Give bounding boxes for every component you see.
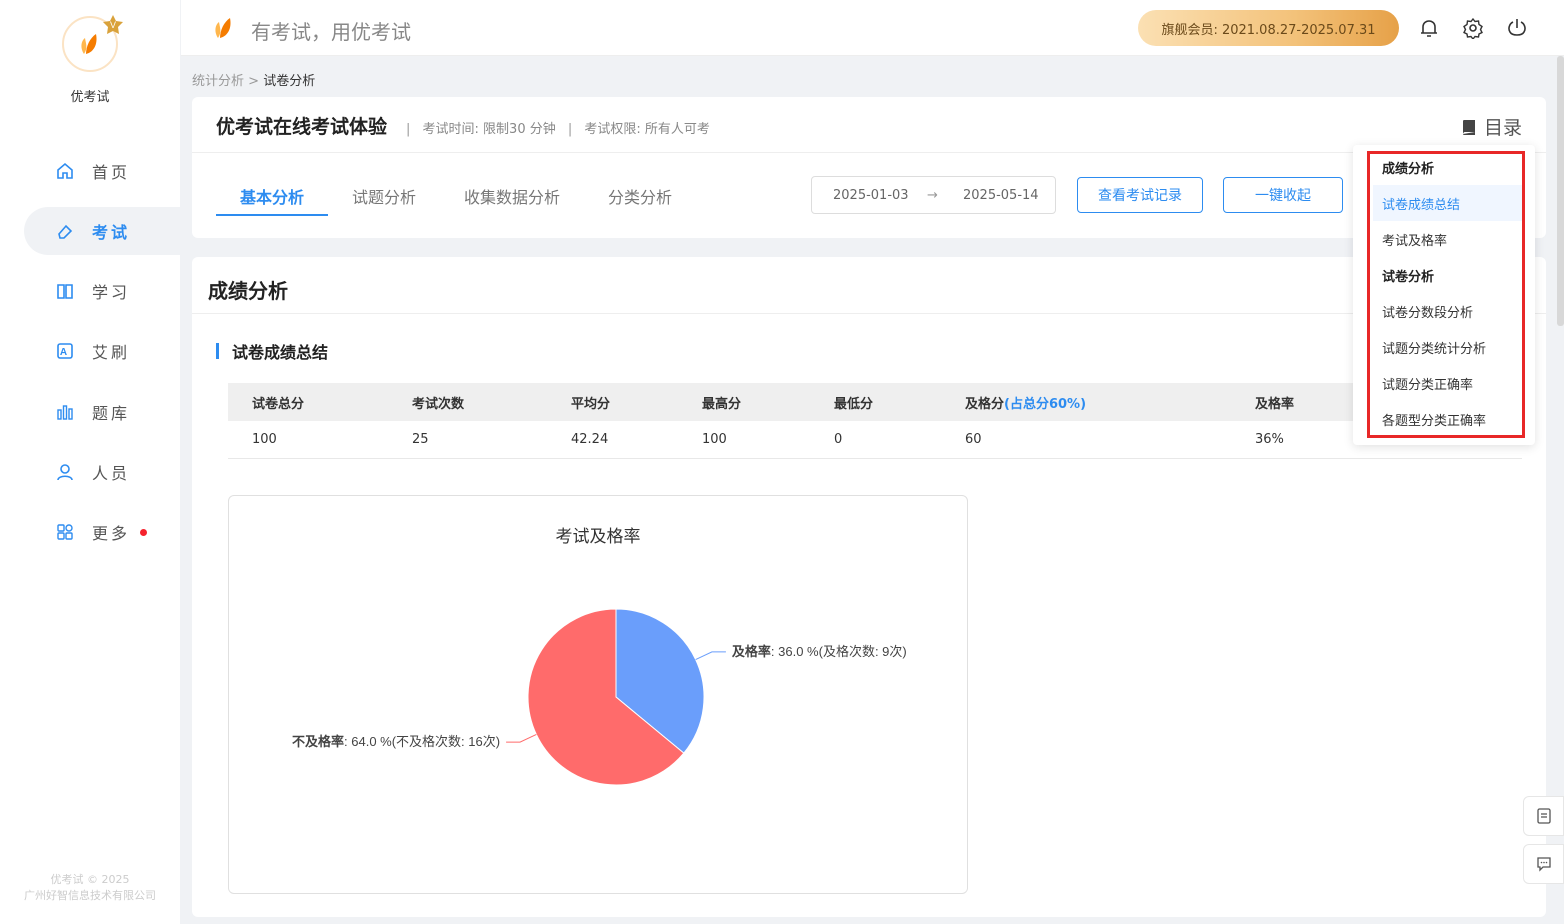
subsection-title: 试卷成绩总结 xyxy=(216,339,328,363)
table-header: 试卷总分 考试次数 平均分 最高分 最低分 及格分 (占总分60%) 及格率 xyxy=(228,383,1522,421)
sidebar-item-label: 学习 xyxy=(92,283,131,302)
sidebar-item-label: 考试 xyxy=(92,223,131,242)
sidebar-item-more[interactable]: 更多 xyxy=(24,508,180,556)
sidebar-item-home[interactable]: 首页 xyxy=(24,147,180,195)
title-accent-bar xyxy=(216,343,219,359)
power-icon[interactable] xyxy=(1506,17,1528,39)
notification-dot xyxy=(140,528,148,536)
date-end: 2025-05-14 xyxy=(963,187,1039,203)
leaf-logo-icon xyxy=(81,34,97,54)
tab-question-analysis[interactable]: 试题分析 xyxy=(352,184,416,208)
bell-icon[interactable] xyxy=(1418,17,1440,39)
cell-max: 100 xyxy=(702,432,727,447)
page-scrollbar[interactable] xyxy=(1557,56,1564,326)
svg-text:A: A xyxy=(60,347,70,358)
cell-average: 42.24 xyxy=(571,432,609,447)
sidebar-item-aishua[interactable]: A 艾刷 xyxy=(24,327,180,375)
breadcrumb-parent[interactable]: 统计分析 xyxy=(192,74,244,89)
tab-category-analysis[interactable]: 分类分析 xyxy=(608,184,672,208)
sidebar: V 优考试 首页 考试 学习 A 艾刷 题库 人员 更多 优考试 © 2025 … xyxy=(0,0,180,924)
home-icon xyxy=(57,162,73,179)
app-logo[interactable]: V xyxy=(62,15,123,72)
book-icon xyxy=(57,284,73,299)
cell-pass-score: 60 xyxy=(965,432,982,447)
cell-exam-count: 25 xyxy=(412,432,429,447)
grid-icon xyxy=(57,524,73,540)
tab-collected-data-analysis[interactable]: 收集数据分析 xyxy=(464,184,560,208)
bars-icon xyxy=(57,405,73,420)
sidebar-item-people[interactable]: 人员 xyxy=(24,448,180,496)
exam-time: 考试时间: 限制30 分钟 xyxy=(422,122,556,137)
pie-chart: 及格率: 36.0 %(及格次数: 9次) 不及格率: 64.0 %(不及格次数:… xyxy=(292,608,907,786)
header-max: 最高分 xyxy=(702,396,742,412)
chat-icon xyxy=(1536,857,1551,872)
score-analysis-card: 成绩分析 试卷成绩总结 试卷总分 考试次数 平均分 最高分 最低分 及格分 (占总… xyxy=(192,257,1546,917)
exam-permission: 考试权限: 所有人可考 xyxy=(584,122,710,137)
exam-meta: | 考试时间: 限制30 分钟 | 考试权限: 所有人可考 xyxy=(406,122,710,137)
notes-float-button[interactable] xyxy=(1523,796,1564,836)
sidebar-item-label: 首页 xyxy=(92,163,131,182)
view-exam-records-button[interactable]: 查看考试记录 xyxy=(1077,177,1203,213)
sidebar-item-label: 题库 xyxy=(92,404,131,423)
svg-text:V: V xyxy=(110,20,116,30)
book-icon xyxy=(1462,119,1475,135)
header-exam-count: 考试次数 xyxy=(412,396,465,412)
topbar: 有考试，用优考试 旗舰会员: 2021.08.27-2025.07.31 xyxy=(181,0,1564,56)
document-icon xyxy=(1536,808,1551,824)
tab-active-indicator xyxy=(216,214,328,216)
chat-float-button[interactable] xyxy=(1523,844,1564,884)
sidebar-item-question-bank[interactable]: 题库 xyxy=(24,388,180,436)
sidebar-item-label: 人员 xyxy=(92,464,131,483)
exam-title: 优考试在线考试体验 xyxy=(216,116,388,138)
pie-label-line xyxy=(695,651,726,660)
gear-icon[interactable] xyxy=(1462,17,1484,39)
logo-text: 优考试 xyxy=(70,90,110,105)
member-badge[interactable]: 旗舰会员: 2021.08.27-2025.07.31 xyxy=(1138,10,1399,46)
highlight-box xyxy=(1367,151,1525,438)
toc-dropdown: 成绩分析 试卷成绩总结 考试及格率 试卷分析 试卷分数段分析 试题分类统计分析 … xyxy=(1353,145,1535,445)
tab-basic-analysis[interactable]: 基本分析 xyxy=(240,184,304,208)
pie-label: 及格率: 36.0 %(及格次数: 9次) xyxy=(732,644,907,659)
sidebar-item-label: 更多 xyxy=(92,524,131,543)
divider xyxy=(192,152,1546,153)
breadcrumb: 统计分析 > 试卷分析 xyxy=(192,74,316,89)
copyright: 优考试 © 2025 广州好智信息技术有限公司 xyxy=(24,873,156,902)
section-title: 成绩分析 xyxy=(208,279,288,303)
leaf-logo-icon xyxy=(215,18,231,38)
pie-label-line xyxy=(506,734,537,743)
header-average: 平均分 xyxy=(571,396,611,412)
header-total-score: 试卷总分 xyxy=(252,396,305,412)
cell-min: 0 xyxy=(834,432,843,447)
header-pass-rate: 及格率 xyxy=(1255,396,1295,412)
pass-score-note: (占总分60%) xyxy=(1004,396,1087,412)
slogan: 有考试，用优考试 xyxy=(251,20,411,44)
pie-label: 不及格率: 64.0 %(不及格次数: 16次) xyxy=(292,734,500,749)
sidebar-item-exam[interactable]: 考试 xyxy=(24,207,180,255)
date-arrow: → xyxy=(927,187,938,203)
pass-rate-chart: 考试及格率 及格率: 36.0 %(及格次数: 9次) 不及格率: 64.0 %(… xyxy=(228,495,968,894)
eraser-icon xyxy=(58,224,73,239)
user-icon xyxy=(57,464,73,481)
exam-header-card: 优考试在线考试体验 | 考试时间: 限制30 分钟 | 考试权限: 所有人可考 … xyxy=(192,97,1546,238)
table-row: 100 25 42.24 100 0 60 36% xyxy=(228,421,1522,459)
cell-pass-rate: 36% xyxy=(1255,432,1284,447)
a-square-icon: A xyxy=(57,343,73,359)
divider xyxy=(192,313,1546,314)
sidebar-item-study[interactable]: 学习 xyxy=(24,267,180,315)
date-start: 2025-01-03 xyxy=(833,187,909,203)
breadcrumb-current: 试卷分析 xyxy=(263,74,316,89)
collapse-all-button[interactable]: 一键收起 xyxy=(1223,177,1343,213)
header-pass-score: 及格分 (占总分60%) xyxy=(965,383,1086,421)
cell-total-score: 100 xyxy=(252,432,277,447)
summary-table: 试卷总分 考试次数 平均分 最高分 最低分 及格分 (占总分60%) 及格率 10… xyxy=(228,383,1522,459)
sidebar-item-label: 艾刷 xyxy=(92,343,131,362)
vip-badge-icon: V xyxy=(103,15,123,34)
date-range-picker[interactable]: 2025-01-03 → 2025-05-14 xyxy=(811,176,1056,214)
toc-button[interactable]: 目录 xyxy=(1460,113,1522,140)
header-min: 最低分 xyxy=(834,396,874,412)
